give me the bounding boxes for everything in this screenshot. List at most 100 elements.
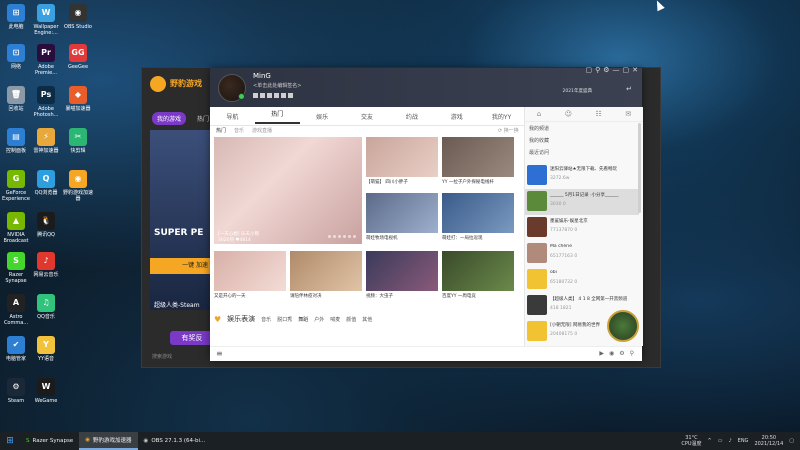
desktop-icon[interactable]: Ps Adobe Photosh...: [30, 86, 62, 118]
user-signature[interactable]: <单击此处编辑签名>: [253, 82, 301, 89]
contacts-icon[interactable]: ☺: [565, 110, 572, 118]
desktop-icon[interactable]: ⚙ Steam: [0, 378, 32, 404]
desktop-icon[interactable]: ⚡ 雷神加速器: [30, 128, 62, 154]
taskbar-item[interactable]: S Razer Synapse: [20, 432, 79, 450]
stream-card[interactable]: 百度YY 一周电竞: [442, 251, 514, 303]
skin-icon[interactable]: ▢: [585, 66, 592, 74]
subtab-hot[interactable]: 热门: [216, 127, 226, 134]
my-favorites-link[interactable]: 我的收藏: [529, 137, 549, 144]
stream-card[interactable]: 【萌猫】 四川小胖子: [366, 137, 438, 189]
section-tag[interactable]: 音乐: [261, 316, 271, 323]
section-tag[interactable]: 舞蹈: [298, 316, 308, 323]
stream-card[interactable]: 萌娃打：一局拉逗现: [442, 193, 514, 245]
stream-card[interactable]: YY 一拉子户外探秘电线杆: [442, 137, 514, 189]
user-name[interactable]: MinG: [253, 72, 271, 80]
feedback-button[interactable]: 有奖反: [170, 331, 214, 345]
desktop-icon[interactable]: ♪ 网易云音乐: [30, 252, 62, 278]
desktop-icon[interactable]: ♫ QQ音乐: [30, 294, 62, 320]
tab[interactable]: 娱乐: [300, 112, 345, 121]
desktop-icon[interactable]: Y YY语音: [30, 336, 62, 362]
section-tag[interactable]: 户外: [314, 316, 324, 323]
tab[interactable]: 我的YY: [479, 112, 524, 121]
section-tag[interactable]: 其他: [362, 316, 372, 323]
desktop-icon[interactable]: ▤ 控制面板: [0, 128, 32, 154]
desktop-icon[interactable]: G GeForce Experience: [0, 170, 32, 202]
desktop-icon[interactable]: 🐧 腾讯QQ: [30, 212, 62, 238]
subtab-music[interactable]: 音乐: [234, 127, 244, 134]
group-icon[interactable]: ☷: [596, 110, 602, 118]
game-banner[interactable]: [150, 130, 212, 310]
section-tag[interactable]: 脱口秀: [277, 316, 292, 323]
maximize-icon[interactable]: ▢: [623, 66, 630, 74]
carousel-dots[interactable]: [328, 235, 356, 238]
logout-icon[interactable]: ↵: [626, 85, 632, 93]
message-icon[interactable]: ✉: [625, 110, 631, 118]
desktop-icon[interactable]: ◆ 暴喵加速器: [62, 86, 94, 112]
taskbar-item[interactable]: ◉ 野豹游戏加速器: [79, 432, 138, 450]
featured-stream-card[interactable]: [一天心想] 乐天小熊 3020热 ♥4814: [214, 137, 362, 244]
desktop-icon[interactable]: A Astro Comma...: [0, 294, 32, 326]
desktop-icon[interactable]: ◉ 野豹游戏加速器: [62, 170, 94, 202]
start-button[interactable]: ⊞: [0, 432, 20, 450]
section-tag[interactable]: 颜值: [346, 316, 356, 323]
desktop-icon[interactable]: ▲ NVIDIA Broadcast: [0, 212, 32, 244]
network-icon[interactable]: ▭: [718, 438, 723, 444]
desktop-icon[interactable]: GG GeeGee: [62, 44, 94, 70]
refresh-button[interactable]: ⟳ 换一换: [498, 127, 519, 134]
scrollbar[interactable]: [638, 123, 641, 213]
tab[interactable]: 交友: [345, 112, 390, 121]
desktop-icon[interactable]: W WeGame: [30, 378, 62, 404]
tab[interactable]: 热门: [254, 108, 300, 124]
desktop-icon-label: 控制面板: [5, 148, 26, 154]
subtab-game-live[interactable]: 游戏直播: [252, 127, 272, 134]
section-tag[interactable]: 喊麦: [330, 316, 340, 323]
recent-visits-link[interactable]: 最近访问: [529, 149, 549, 156]
tab[interactable]: 游戏: [434, 112, 479, 121]
recent-item[interactable]: obi 65180732 0: [525, 267, 639, 293]
stream-card[interactable]: 萌娃牧场电视机: [366, 193, 438, 245]
game-avatar-icon[interactable]: [607, 310, 639, 342]
desktop-icon[interactable]: Q QQ浏览器: [30, 170, 62, 196]
stream-card[interactable]: 请陪伴林疫对决: [290, 251, 362, 303]
stream-card[interactable]: 又是开心的一天: [214, 251, 286, 303]
recent-item[interactable]: ______ 5月1日记录 ·小分享______ 3030 0: [525, 189, 639, 215]
settings-icon[interactable]: ⚙: [619, 350, 624, 357]
minimize-icon[interactable]: —: [613, 66, 620, 74]
home-icon[interactable]: ⌂: [537, 110, 541, 118]
desktop-icon[interactable]: ⊡ 网络: [0, 44, 32, 70]
desktop-icon[interactable]: W Wallpaper Engine:...: [30, 4, 62, 36]
close-icon[interactable]: ✕: [632, 66, 638, 74]
search-games-label[interactable]: 搜索游戏: [152, 353, 172, 360]
video-icon[interactable]: ▶: [599, 350, 604, 357]
record-icon[interactable]: ◉: [609, 350, 614, 357]
tab[interactable]: 导航: [210, 112, 255, 121]
settings-icon[interactable]: ⚙: [603, 66, 609, 74]
recent-item[interactable]: 墨鲨娱乐-娱星北京 77137870 0: [525, 215, 639, 241]
recent-item[interactable]: Ma chérie 65177163 0: [525, 241, 639, 267]
yy-main-window[interactable]: MinG <单击此处编辑签名> 2021年度盛典 ↵ ▢ ⚲ ⚙ — ▢ ✕ 导…: [210, 66, 643, 361]
notifications-icon[interactable]: ▢: [789, 438, 794, 444]
desktop-icon[interactable]: ✂ 快剪辑: [62, 128, 94, 154]
menu-icon[interactable]: ≡: [216, 349, 223, 358]
user-badges: [253, 93, 293, 98]
tab[interactable]: 约战: [389, 112, 434, 121]
desktop-icon[interactable]: 🗑 回收站: [0, 86, 32, 112]
clock[interactable]: 20:50 2021/12/14: [754, 435, 783, 447]
search-icon[interactable]: ⚲: [595, 66, 600, 74]
desktop-icon[interactable]: Pr Adobe Premie...: [30, 44, 62, 76]
desktop-icon[interactable]: ✔ 电脑管家: [0, 336, 32, 362]
chevron-up-icon[interactable]: ^: [708, 438, 712, 444]
desktop-icon-label: 网络: [10, 64, 21, 70]
recent-item[interactable]: 迷阳云驿站★无限下载、先看畅玩 3272.6w: [525, 163, 639, 189]
search-icon[interactable]: ⚲: [630, 350, 634, 357]
desktop-icon[interactable]: S Razer Synapse: [0, 252, 32, 284]
desktop-icon[interactable]: ⊞ 此电脑: [0, 4, 32, 30]
nav-my-games[interactable]: 我的游戏: [152, 112, 187, 125]
desktop-icon[interactable]: ◉ OBS Studio: [62, 4, 94, 30]
volume-icon[interactable]: ♪: [728, 438, 731, 444]
stream-card[interactable]: 视频：大虫子: [366, 251, 438, 303]
accelerate-button[interactable]: 一键 加速: [150, 258, 212, 274]
my-channels-link[interactable]: 我的频道: [529, 125, 549, 132]
language-indicator[interactable]: ENG: [738, 438, 749, 444]
taskbar-item[interactable]: ◉ OBS 27.1.3 (64-bi...: [138, 432, 212, 450]
